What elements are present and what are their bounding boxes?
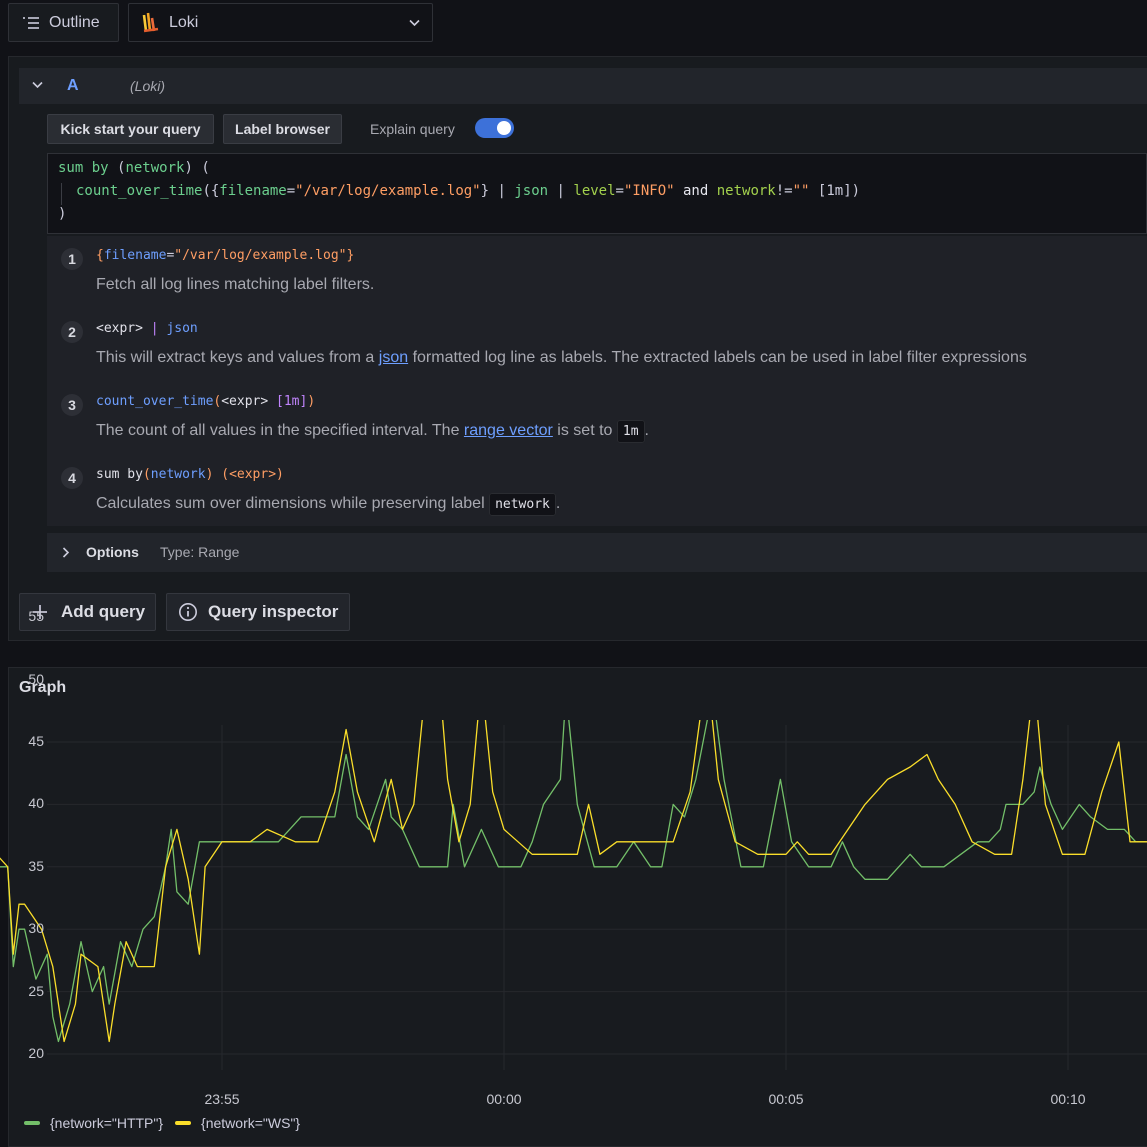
options-label: Options	[86, 544, 139, 560]
add-query-label: Add query	[61, 602, 146, 621]
code-indent-guide	[61, 183, 62, 205]
json-docs-link[interactable]: json	[379, 349, 408, 366]
y-tick-label: 55	[28, 608, 44, 625]
series-line-http[interactable]	[0, 720, 1147, 1043]
label-browser-label: Label browser	[235, 121, 330, 137]
datasource-picker[interactable]: Loki	[128, 3, 433, 42]
x-tick-label: 00:00	[486, 1091, 522, 1107]
outline-label: Outline	[49, 13, 100, 31]
range-inline-code: 1m	[616, 420, 645, 443]
step-4-number: 4	[61, 467, 83, 489]
x-tick-label: 23:55	[204, 1091, 240, 1107]
label-inline-code: network	[489, 493, 556, 516]
options-type: Type: Range	[160, 544, 240, 560]
query-row-header[interactable]	[19, 68, 1147, 104]
step-1-number: 1	[61, 248, 83, 270]
legend-http[interactable]: {network="HTTP"}	[50, 1115, 163, 1131]
step-1-code: {filename="/var/log/example.log"}	[96, 248, 355, 263]
query-ref-id[interactable]: A	[67, 77, 79, 95]
query-datasource-tag: (Loki)	[130, 78, 166, 94]
code-line-3: )	[58, 206, 67, 222]
kick-start-label: Kick start your query	[60, 121, 201, 137]
outline-button[interactable]: Outline	[8, 3, 119, 42]
legend: {network="HTTP"} {network="WS"}	[24, 1115, 300, 1131]
graph-chart[interactable]	[0, 720, 1147, 1070]
info-circle-icon	[179, 603, 197, 621]
datasource-name: Loki	[169, 13, 199, 31]
x-tick-label: 00:05	[768, 1091, 804, 1107]
query-inspector-label: Query inspector	[208, 602, 339, 621]
step-3-description: The count of all values in the specified…	[96, 420, 649, 443]
query-inspector-button[interactable]: Query inspector	[166, 593, 350, 631]
y-tick-label: 30	[28, 920, 44, 937]
step-1-description: Fetch all log lines matching label filte…	[96, 276, 375, 293]
step-2-description: This will extract keys and values from a…	[96, 349, 1027, 366]
step-2-code: <expr> | json	[96, 321, 198, 336]
options-chevron-right-icon[interactable]	[62, 547, 70, 558]
code-line-1: sum by (network) (	[58, 160, 210, 176]
kick-start-button[interactable]: Kick start your query	[47, 114, 214, 144]
y-tick-label: 50	[28, 670, 44, 687]
legend-http-swatch	[24, 1121, 40, 1125]
y-tick-label: 35	[28, 857, 44, 874]
step-3-code: count_over_time(<expr> [1m])	[96, 394, 316, 409]
y-tick-label: 20	[28, 1045, 44, 1061]
chevron-down-icon	[409, 19, 420, 27]
label-browser-button[interactable]: Label browser	[223, 114, 342, 144]
outline-icon	[23, 16, 39, 29]
explain-query-label: Explain query	[370, 121, 455, 137]
collapse-chevron-icon[interactable]	[32, 81, 43, 89]
x-tick-label: 00:10	[1050, 1091, 1086, 1107]
loki-logo-icon	[142, 12, 159, 32]
legend-ws-swatch	[175, 1121, 192, 1125]
y-tick-label: 25	[28, 982, 44, 999]
code-line-2: count_over_time({filename="/var/log/exam…	[76, 183, 861, 199]
legend-ws[interactable]: {network="WS"}	[201, 1115, 300, 1131]
step-2-number: 2	[61, 321, 83, 343]
step-4-description: Calculates sum over dimensions while pre…	[96, 493, 560, 516]
y-tick-label: 45	[28, 733, 44, 749]
y-tick-label: 40	[28, 795, 44, 812]
toggle-knob	[497, 121, 511, 135]
range-vector-link[interactable]: range vector	[464, 422, 553, 439]
step-3-number: 3	[61, 394, 83, 416]
explain-query-toggle[interactable]	[475, 118, 514, 138]
step-4-code: sum by(network) (<expr>)	[96, 467, 284, 482]
